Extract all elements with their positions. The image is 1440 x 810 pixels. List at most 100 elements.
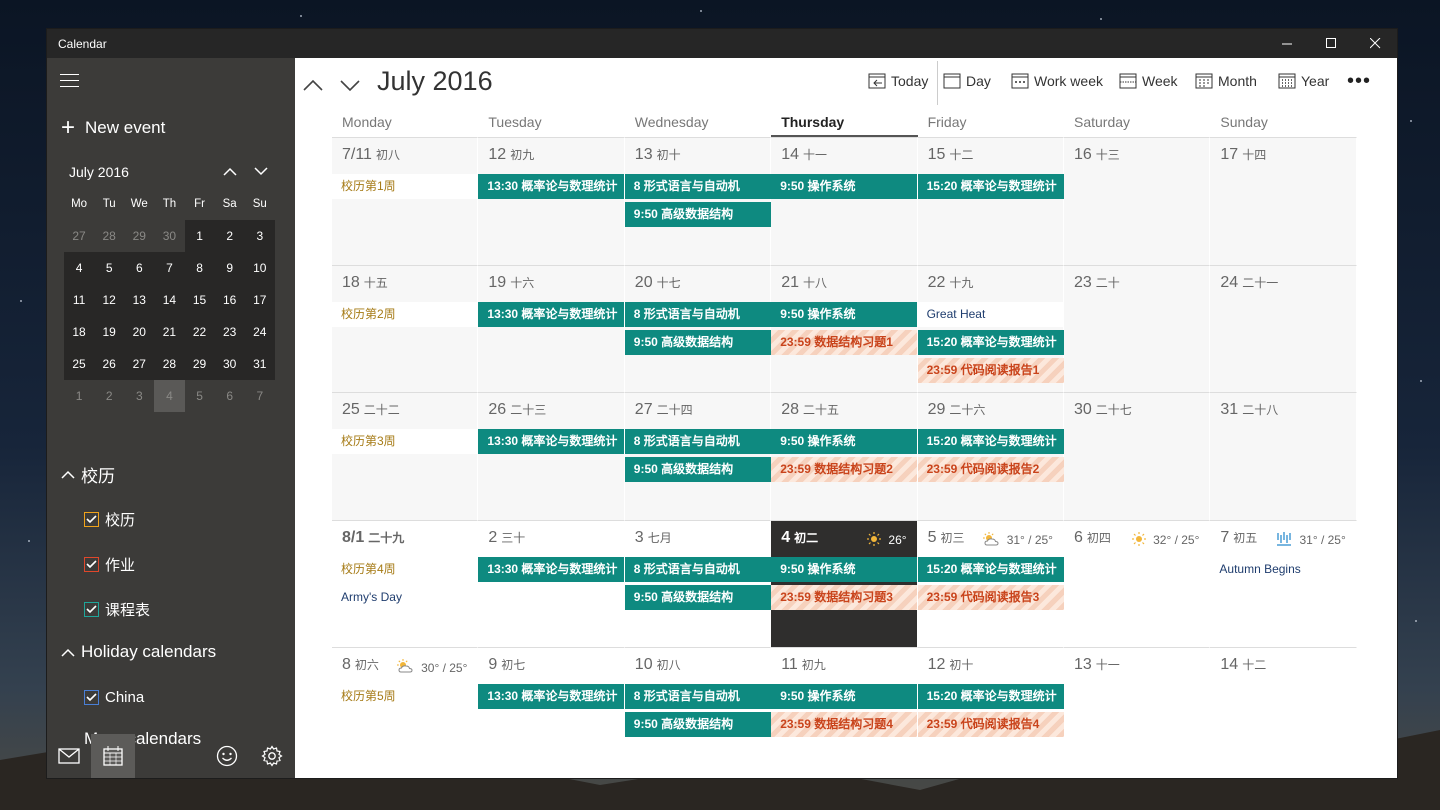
close-button[interactable]: [1353, 29, 1397, 58]
month-view-button[interactable]: Month: [1195, 73, 1257, 89]
day-cell[interactable]: 4 初二 26° 9:50 操作系统 23:59 数据结构习题3: [771, 519, 918, 647]
mini-calendar-day[interactable]: 4: [64, 252, 95, 284]
day-cell[interactable]: 6 初四 32° / 25°: [1064, 519, 1211, 647]
mini-calendar-day[interactable]: 6: [124, 252, 155, 284]
event-item[interactable]: 9:50 高级数据结构: [624, 457, 771, 482]
event-item[interactable]: 15:20 概率论与数理统计: [917, 684, 1064, 709]
day-cell[interactable]: 30 二十七: [1064, 392, 1211, 520]
week-number-note[interactable]: 校历第3周: [332, 429, 478, 454]
mini-calendar-day[interactable]: 13: [124, 284, 155, 316]
event-item[interactable]: 13:30 概率论与数理统计: [478, 556, 625, 582]
deadline-item[interactable]: 23:59 数据结构习题1: [771, 329, 918, 355]
holiday-item[interactable]: Army's Day: [332, 585, 478, 610]
day-cell[interactable]: 10 初八 8 形式语言与自动机 9:50 高级数据结构: [624, 647, 772, 775]
mini-calendar-day[interactable]: 29: [124, 220, 154, 252]
day-cell[interactable]: 19 十六 13:30 概率论与数理统计: [478, 264, 625, 392]
event-item[interactable]: 9:50 操作系统: [771, 429, 918, 454]
mini-calendar-day[interactable]: 3: [124, 380, 154, 412]
day-cell[interactable]: 26 二十三 13:30 概率论与数理统计: [478, 392, 625, 520]
event-item[interactable]: 13:30 概率论与数理统计: [478, 429, 625, 454]
mini-calendar-day[interactable]: 24: [244, 316, 275, 348]
day-view-button[interactable]: Day: [943, 73, 991, 89]
week-view-button[interactable]: Week: [1119, 73, 1178, 89]
mini-calendar-day[interactable]: 19: [94, 316, 125, 348]
mini-calendar-day[interactable]: 28: [154, 348, 185, 380]
day-cell[interactable]: 20 十七 8 形式语言与自动机 9:50 高级数据结构: [624, 264, 772, 392]
event-item[interactable]: 15:20 概率论与数理统计: [917, 556, 1064, 582]
holiday-item[interactable]: Great Heat: [917, 301, 1064, 327]
event-item[interactable]: 8 形式语言与自动机: [624, 684, 771, 709]
mini-calendar-day[interactable]: 25: [64, 348, 95, 380]
mini-calendar-day[interactable]: 26: [94, 348, 125, 380]
deadline-item[interactable]: 23:59 数据结构习题3: [771, 584, 918, 610]
mini-calendar-day[interactable]: 20: [124, 316, 155, 348]
event-item[interactable]: 9:50 高级数据结构: [624, 712, 771, 737]
settings-button[interactable]: [250, 734, 294, 778]
deadline-item[interactable]: 23:59 数据结构习题4: [771, 712, 918, 737]
day-cell[interactable]: 17 十四: [1210, 137, 1357, 265]
day-cell[interactable]: 25 二十二 校历第3周: [332, 392, 479, 520]
day-cell[interactable]: 16 十三: [1064, 137, 1211, 265]
week-number-note[interactable]: 校历第2周: [332, 301, 478, 327]
day-cell[interactable]: 27 二十四 8 形式语言与自动机 9:50 高级数据结构: [624, 392, 772, 520]
calendar-app-button[interactable]: [91, 734, 135, 778]
mini-calendar-day[interactable]: 9: [214, 252, 245, 284]
event-item[interactable]: 13:30 概率论与数理统计: [478, 301, 625, 327]
event-item[interactable]: 9:50 操作系统: [771, 556, 918, 582]
day-cell[interactable]: 14 十一 9:50 操作系统: [771, 137, 918, 265]
event-item[interactable]: 9:50 高级数据结构: [624, 584, 771, 610]
mini-calendar-day[interactable]: 12: [94, 284, 125, 316]
minimize-button[interactable]: [1265, 29, 1309, 58]
mini-calendar-day[interactable]: 28: [94, 220, 124, 252]
mini-calendar-day[interactable]: 5: [185, 380, 215, 412]
next-month-button[interactable]: [338, 73, 362, 97]
day-cell[interactable]: 5 初三 31° / 25° 15:20 概率论与数理统计 23:59 代码阅读报告3: [917, 519, 1064, 647]
new-event-button[interactable]: + New event: [61, 116, 165, 140]
mini-calendar-day[interactable]: 10: [244, 252, 275, 284]
mini-calendar-day[interactable]: 29: [184, 348, 215, 380]
day-cell[interactable]: 15 十二 15:20 概率论与数理统计: [917, 137, 1064, 265]
day-cell[interactable]: 13 十一: [1064, 647, 1211, 775]
mini-calendar-day[interactable]: 31: [244, 348, 275, 380]
event-item[interactable]: 13:30 概率论与数理统计: [478, 174, 625, 199]
mini-calendar-day[interactable]: 14: [154, 284, 185, 316]
holiday-item[interactable]: Autumn Begins: [1210, 557, 1356, 582]
day-cell[interactable]: 22 十九 Great Heat 15:20 概率论与数理统计 23:59 代码阅读报告…: [917, 264, 1064, 392]
year-view-button[interactable]: Year: [1278, 73, 1329, 89]
mini-calendar-day[interactable]: 2: [94, 380, 124, 412]
event-item[interactable]: 15:20 概率论与数理统计: [917, 429, 1064, 454]
mini-calendar-day[interactable]: 11: [64, 284, 95, 316]
event-item[interactable]: 9:50 高级数据结构: [624, 202, 771, 227]
day-cell[interactable]: 24 二十一: [1210, 264, 1357, 392]
day-cell[interactable]: 12 初十 15:20 概率论与数理统计 23:59 代码阅读报告4: [917, 647, 1064, 775]
mini-calendar-day[interactable]: 6: [215, 380, 245, 412]
mini-calendar-next-button[interactable]: [250, 160, 272, 182]
calendar-toggle-timetable[interactable]: 课程表: [84, 599, 150, 620]
mini-calendar-day[interactable]: 17: [244, 284, 275, 316]
day-cell[interactable]: 8 初六 30° / 25° 校历第5周: [332, 647, 479, 775]
work-week-view-button[interactable]: Work week: [1011, 73, 1103, 89]
more-options-button[interactable]: •••: [1347, 70, 1371, 93]
day-cell[interactable]: 28 二十五 9:50 操作系统 23:59 数据结构习题2: [771, 392, 918, 520]
day-cell[interactable]: 29 二十六 15:20 概率论与数理统计 23:59 代码阅读报告2: [917, 392, 1064, 520]
mail-button[interactable]: [47, 734, 91, 778]
mini-calendar-day[interactable]: 3: [244, 220, 275, 252]
mini-calendar-day[interactable]: 30: [154, 220, 184, 252]
day-cell[interactable]: 31 二十八: [1210, 392, 1357, 520]
deadline-item[interactable]: 23:59 代码阅读报告1: [917, 357, 1064, 383]
mini-calendar-title[interactable]: July 2016: [69, 164, 129, 180]
event-item[interactable]: 9:50 操作系统: [771, 174, 918, 199]
mini-calendar-day[interactable]: 7: [154, 252, 185, 284]
day-cell[interactable]: 7/11 初八 校历第1周: [332, 137, 479, 265]
day-cell[interactable]: 9 初七 13:30 概率论与数理统计: [478, 647, 625, 775]
event-item[interactable]: 8 形式语言与自动机: [624, 429, 771, 454]
event-item[interactable]: 13:30 概率论与数理统计: [478, 684, 625, 709]
maximize-button[interactable]: [1309, 29, 1353, 58]
event-item[interactable]: 9:50 操作系统: [771, 684, 918, 709]
week-number-note[interactable]: 校历第1周: [332, 174, 478, 199]
hamburger-menu-button[interactable]: [60, 74, 79, 88]
mini-calendar-day[interactable]: 1: [64, 380, 94, 412]
day-cell[interactable]: 14 十二: [1210, 647, 1357, 775]
day-cell[interactable]: 21 十八 9:50 操作系统 23:59 数据结构习题1: [771, 264, 918, 392]
mini-calendar-day[interactable]: 27: [64, 220, 94, 252]
